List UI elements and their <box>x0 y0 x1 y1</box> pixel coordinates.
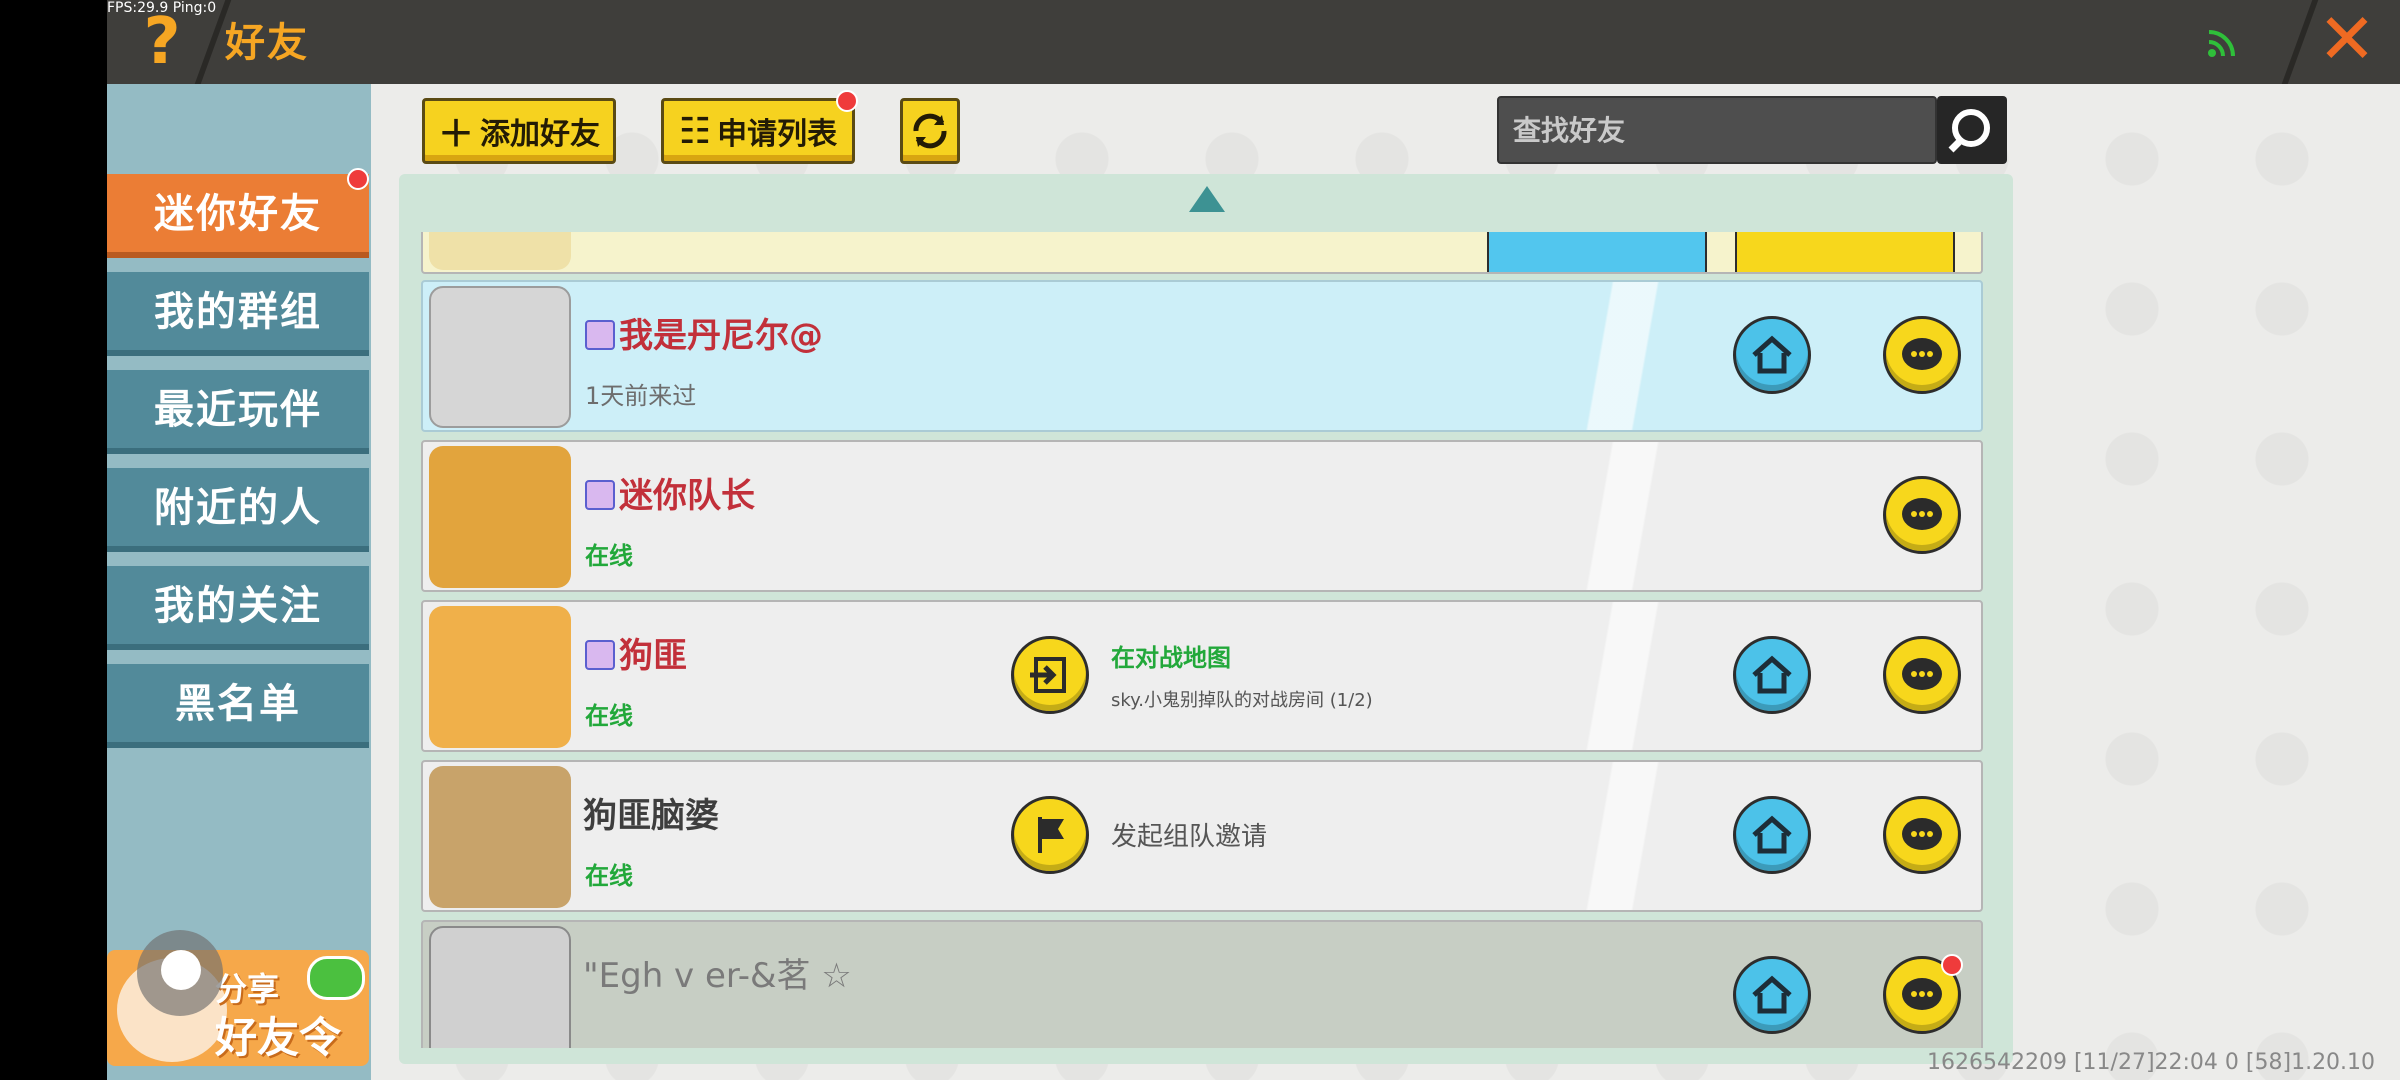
version-info: 1626542209 [11/27]22:04 0 [58]1.20.10 <box>1927 1050 2376 1075</box>
avatar <box>429 926 571 1048</box>
friend-status: 在线 <box>585 542 633 570</box>
home-icon <box>1752 655 1792 694</box>
chat-icon <box>1902 498 1942 530</box>
sidebar-item-recent[interactable]: 最近玩伴 <box>107 370 369 454</box>
sidebar-item-nearby[interactable]: 附近的人 <box>107 468 369 552</box>
home-icon <box>1752 335 1792 374</box>
screen: ? 好友 FPS:29.9 Ping:0 ✕ 迷你好友 我的群组 最近玩伴 附近… <box>107 0 2400 1080</box>
vip-icon <box>585 480 615 510</box>
add-friend-button[interactable]: ＋ 添加好友 <box>422 98 616 164</box>
friend-name: 狗匪脑婆 <box>583 796 719 836</box>
request-list-label: 申请列表 <box>717 117 838 152</box>
team-invite-button[interactable] <box>1011 796 1089 874</box>
wechat-icon <box>307 956 365 1000</box>
request-list-button[interactable]: ☷ 申请列表 <box>661 98 855 164</box>
search-box <box>1497 96 1937 164</box>
chat-button[interactable] <box>1883 476 1961 554</box>
avatar <box>429 286 571 428</box>
room-name: sky.小鬼别掉队的对战房间 (1/2) <box>1111 690 1373 711</box>
unread-message-dot <box>1941 954 1963 976</box>
plus-icon: ＋ <box>437 114 474 155</box>
chat-icon <box>1902 338 1942 370</box>
home-icon <box>1752 975 1792 1014</box>
sidebar-item-blacklist[interactable]: 黑名单 <box>107 664 369 748</box>
search-icon <box>1948 109 1990 153</box>
join-room-button[interactable] <box>1011 636 1089 714</box>
visit-home-button[interactable] <box>1733 636 1811 714</box>
list-icon: ☷ <box>678 110 712 152</box>
fps-readout: FPS:29.9 Ping:0 <box>107 0 217 16</box>
close-button[interactable]: ✕ <box>2314 4 2380 74</box>
enter-icon <box>1030 657 1066 693</box>
friend-status: 在线 <box>585 702 633 730</box>
flag-icon <box>1038 817 1064 853</box>
refresh-icon <box>913 113 947 149</box>
sidebar-item-mini-friends[interactable]: 迷你好友 <box>107 174 369 258</box>
room-status: 在对战地图 <box>1111 644 1231 672</box>
friend-status: 1天前来过 <box>585 382 697 410</box>
signal-icon <box>2207 30 2239 58</box>
visit-home-button[interactable] <box>1733 796 1811 874</box>
avatar <box>429 606 571 748</box>
home-icon <box>1752 815 1792 854</box>
search-button[interactable] <box>1937 96 2007 164</box>
friend-name: 我是丹尼尔@ <box>585 308 823 357</box>
list-item[interactable]: 我是丹尼尔@ 1天前来过 <box>421 280 1983 432</box>
friend-name: 迷你队长 <box>585 468 755 517</box>
sidebar: 迷你好友 我的群组 最近玩伴 附近的人 我的关注 黑名单 <box>107 84 371 1080</box>
list-item[interactable]: "Egh v er-&茗 ☆ <box>421 920 1983 1048</box>
friend-name: "Egh v er-&茗 ☆ <box>583 956 852 996</box>
avatar <box>429 446 571 588</box>
accept-button[interactable] <box>1487 232 1707 272</box>
vip-icon <box>585 640 615 670</box>
divider <box>2281 0 2319 84</box>
chat-icon <box>1902 658 1942 690</box>
sidebar-item-groups[interactable]: 我的群组 <box>107 272 369 356</box>
chat-icon <box>1902 818 1942 850</box>
avatar <box>429 766 571 908</box>
chat-button[interactable] <box>1883 316 1961 394</box>
notification-dot <box>347 168 369 190</box>
list-item[interactable]: 迷你队长 在线 <box>421 440 1983 592</box>
refresh-button[interactable] <box>900 98 960 164</box>
friend-name: 狗匪 <box>585 628 687 677</box>
friend-list-panel: 我是丹尼尔@ 1天前来过 迷你队长 在线 狗匪 在线 在对战地图 sky.小鬼别… <box>399 174 2013 1064</box>
team-invite-label: 发起组队邀请 <box>1111 822 1268 852</box>
friend-list[interactable]: 我是丹尼尔@ 1天前来过 迷你队长 在线 狗匪 在线 在对战地图 sky.小鬼别… <box>399 232 2013 1048</box>
vip-icon <box>585 320 615 350</box>
top-bar: ? 好友 FPS:29.9 Ping:0 ✕ <box>107 0 2400 84</box>
scroll-up-arrow-icon[interactable] <box>1189 186 1225 212</box>
floating-assistant-ball[interactable] <box>137 930 223 1016</box>
friend-status: 在线 <box>585 862 633 890</box>
visit-home-button[interactable] <box>1733 316 1811 394</box>
friend-code-label: 好友令 <box>215 1013 342 1062</box>
search-input[interactable] <box>1513 98 1913 162</box>
visit-home-button[interactable] <box>1733 956 1811 1034</box>
add-friend-label: 添加好友 <box>480 117 600 152</box>
chat-button[interactable] <box>1883 796 1961 874</box>
list-item[interactable]: 狗匪 在线 在对战地图 sky.小鬼别掉队的对战房间 (1/2) <box>421 600 1983 752</box>
decline-button[interactable] <box>1735 232 1955 272</box>
chat-button[interactable] <box>1883 636 1961 714</box>
list-item <box>421 232 1983 274</box>
avatar <box>429 232 571 270</box>
list-item[interactable]: 狗匪脑婆 在线 发起组队邀请 <box>421 760 1983 912</box>
notification-dot <box>836 90 858 112</box>
sidebar-item-following[interactable]: 我的关注 <box>107 566 369 650</box>
page-title: 好友 <box>225 20 309 66</box>
